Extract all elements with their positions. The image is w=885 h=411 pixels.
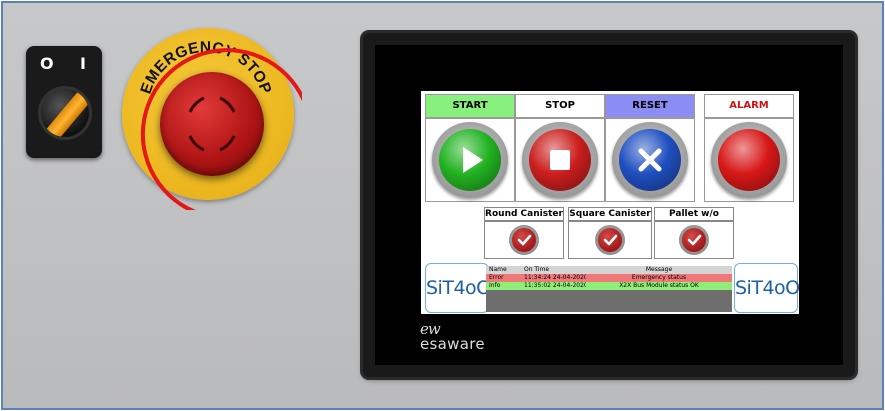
round-canister-label: Round Canister bbox=[485, 209, 563, 219]
twist-release-icon bbox=[188, 96, 236, 152]
stop-label: STOP bbox=[545, 100, 575, 111]
x-icon bbox=[638, 148, 662, 172]
stop-header: STOP bbox=[515, 94, 605, 118]
log-header-row: Name On Time Message bbox=[486, 266, 732, 274]
stop-button-face bbox=[529, 129, 591, 191]
reset-label: RESET bbox=[632, 100, 668, 111]
selector-switch[interactable]: O I bbox=[26, 46, 102, 158]
sit400-logo-left: SiT4oO bbox=[425, 263, 491, 313]
square-canister-label: Square Canister bbox=[569, 209, 651, 219]
log-row[interactable]: Error 11:34:24 24-04-2020 Emergency stat… bbox=[486, 274, 732, 282]
log-name: Error bbox=[489, 274, 504, 281]
switch-on-label: I bbox=[80, 54, 86, 73]
start-header: START bbox=[425, 94, 515, 118]
start-label: START bbox=[452, 100, 488, 111]
brand-mark: ew bbox=[420, 320, 441, 338]
reset-button-face bbox=[619, 129, 681, 191]
start-button-face bbox=[439, 129, 501, 191]
start-panel bbox=[425, 118, 515, 202]
alarm-panel bbox=[704, 118, 794, 202]
square-canister-header: Square Canister bbox=[568, 207, 652, 221]
log-message: X2X Bus Module status OK bbox=[619, 282, 699, 289]
log-col-name: Name bbox=[489, 266, 507, 273]
log-name: Info bbox=[489, 282, 501, 289]
check-icon bbox=[595, 225, 625, 255]
reset-header: RESET bbox=[605, 94, 695, 118]
stop-panel bbox=[515, 118, 605, 202]
square-canister-indicator bbox=[568, 221, 652, 259]
round-canister-header: Round Canister bbox=[484, 207, 564, 221]
check-icon bbox=[509, 225, 539, 255]
pallet-without-canister-indicator bbox=[654, 221, 734, 259]
log-time: 11:34:24 24-04-2020 bbox=[524, 274, 586, 281]
log-col-time: On Time bbox=[524, 266, 550, 273]
reset-button[interactable] bbox=[612, 122, 688, 198]
reset-panel bbox=[605, 118, 695, 202]
alarm-lamp bbox=[711, 122, 787, 198]
round-canister-indicator bbox=[484, 221, 564, 259]
alarm-header: ALARM bbox=[704, 94, 794, 118]
log-row[interactable]: Info 11:35:02 24-04-2020 X2X Bus Module … bbox=[486, 282, 732, 290]
log-message: Emergency status bbox=[631, 274, 687, 281]
emergency-stop-button[interactable] bbox=[160, 72, 264, 176]
switch-handle bbox=[41, 89, 89, 137]
pallet-without-canister-header: Pallet w/o Canister bbox=[654, 207, 734, 231]
brand-logo: ew esaware bbox=[420, 320, 485, 353]
sit400-logo-right: SiT4oO bbox=[734, 263, 800, 313]
event-log[interactable]: Name On Time Message Error 11:34:24 24-0… bbox=[486, 266, 732, 312]
stop-icon bbox=[550, 150, 570, 170]
play-icon bbox=[463, 147, 483, 173]
log-time: 11:35:02 24-04-2020 bbox=[524, 282, 586, 289]
start-button[interactable] bbox=[432, 122, 508, 198]
alarm-lamp-face bbox=[718, 129, 780, 191]
stop-button[interactable] bbox=[522, 122, 598, 198]
brand-name: esaware bbox=[420, 335, 485, 353]
check-icon bbox=[679, 225, 709, 255]
switch-knob[interactable] bbox=[38, 86, 92, 140]
alarm-label: ALARM bbox=[729, 100, 769, 111]
switch-off-label: O bbox=[40, 54, 54, 73]
log-col-message: Message bbox=[645, 266, 673, 273]
